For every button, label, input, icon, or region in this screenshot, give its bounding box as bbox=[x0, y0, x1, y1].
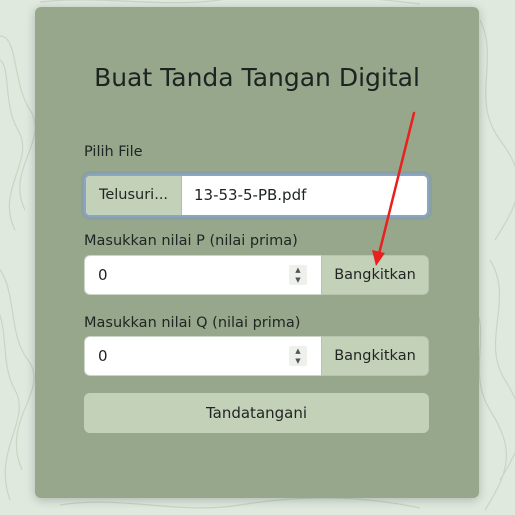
file-label: Pilih File bbox=[84, 144, 143, 160]
q-spinner[interactable]: ▲ ▼ bbox=[289, 346, 307, 366]
q-value-text: 0 bbox=[98, 347, 108, 365]
spinner-up-icon[interactable]: ▲ bbox=[289, 346, 307, 356]
browse-button[interactable]: Telusuri... bbox=[86, 176, 182, 215]
spinner-up-icon[interactable]: ▲ bbox=[289, 265, 307, 275]
p-spinner[interactable]: ▲ ▼ bbox=[289, 265, 307, 285]
q-value-label: Masukkan nilai Q (nilai prima) bbox=[84, 315, 301, 331]
generate-q-button[interactable]: Bangkitkan bbox=[321, 336, 429, 376]
q-value-input[interactable]: 0 ▲ ▼ bbox=[84, 336, 322, 376]
p-value-label: Masukkan nilai P (nilai prima) bbox=[84, 233, 298, 249]
generate-p-button[interactable]: Bangkitkan bbox=[321, 255, 429, 295]
file-input[interactable]: Telusuri... 13-53-5-PB.pdf bbox=[84, 174, 429, 217]
spinner-down-icon[interactable]: ▼ bbox=[289, 356, 307, 366]
selected-file-name: 13-53-5-PB.pdf bbox=[194, 186, 307, 204]
sign-button[interactable]: Tandatangani bbox=[84, 393, 429, 433]
p-value-text: 0 bbox=[98, 266, 108, 284]
p-value-input[interactable]: 0 ▲ ▼ bbox=[84, 255, 322, 295]
page-title: Buat Tanda Tangan Digital bbox=[94, 63, 420, 92]
spinner-down-icon[interactable]: ▼ bbox=[289, 275, 307, 285]
signature-form-card: Buat Tanda Tangan Digital Pilih File Tel… bbox=[35, 7, 479, 498]
